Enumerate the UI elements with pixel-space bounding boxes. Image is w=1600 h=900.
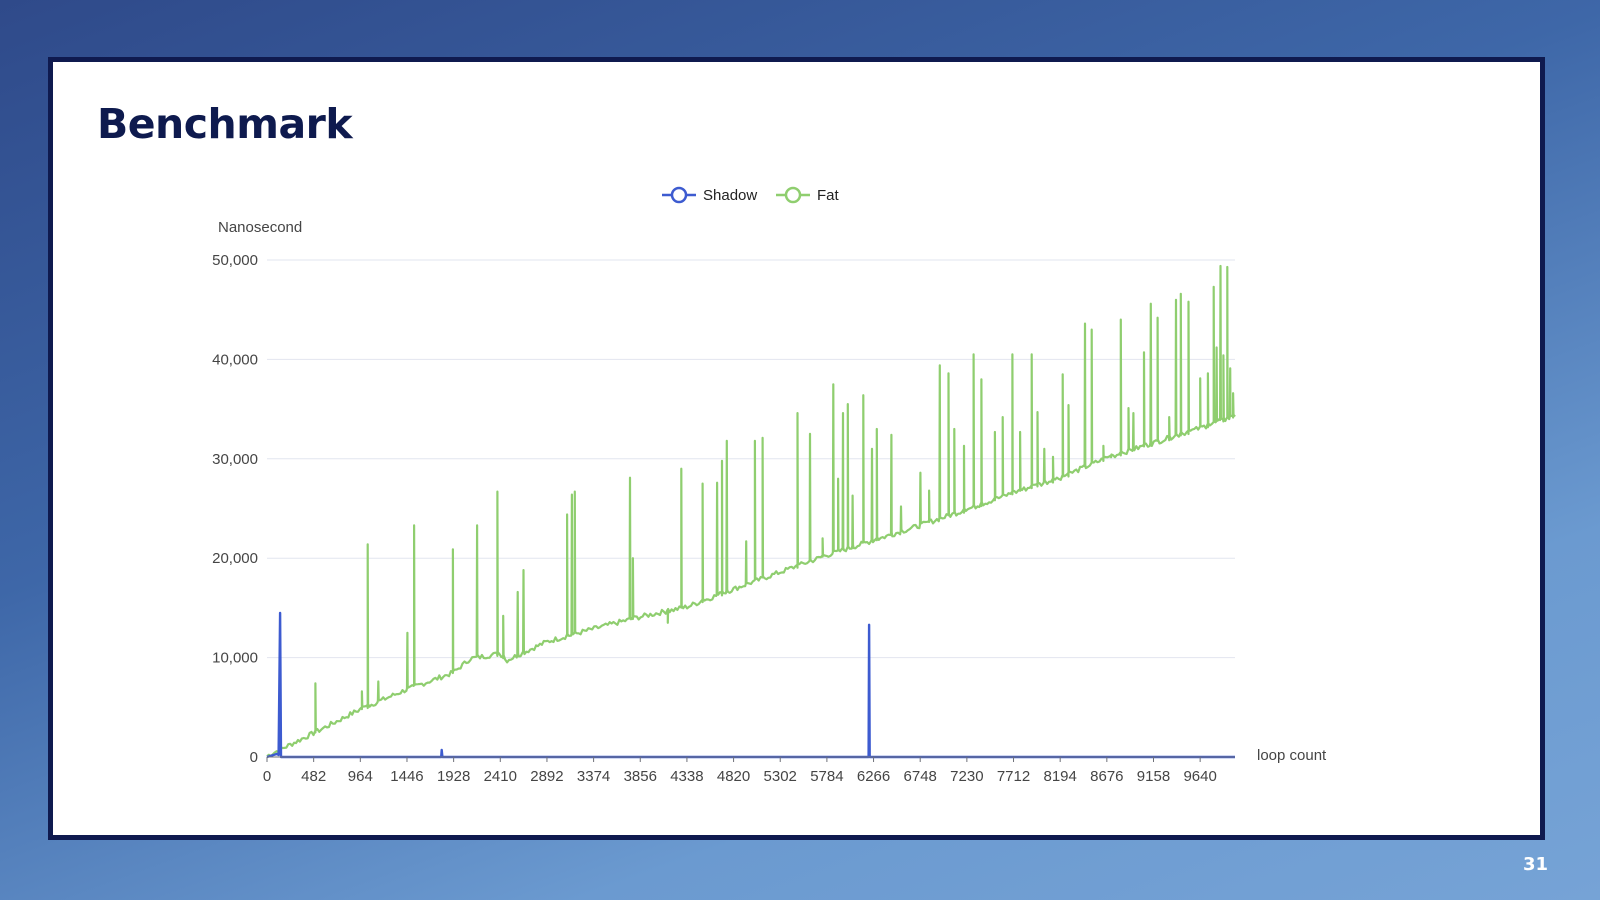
benchmark-chart: 0 10,000 20,000 30,000 40,000 50,000 0 482 964 14… xyxy=(212,186,1327,785)
legend-item-shadow[interactable]: Shadow xyxy=(662,186,757,204)
x-tick-label: 8194 xyxy=(1043,768,1076,785)
series-lines xyxy=(266,264,1236,759)
x-tick-label: 3374 xyxy=(577,768,610,785)
x-tick-label: 8676 xyxy=(1090,768,1123,785)
y-axis-title: Nanosecond xyxy=(218,219,302,236)
x-tick-label: 7230 xyxy=(950,768,983,785)
x-tick-label: 9158 xyxy=(1137,768,1170,785)
y-tick-label: 0 xyxy=(250,749,258,766)
x-tick-label: 5784 xyxy=(810,768,843,785)
x-tick-label: 482 xyxy=(301,768,326,785)
x-tick-label: 964 xyxy=(348,768,373,785)
x-tick-label: 1928 xyxy=(437,768,470,785)
legend-fat-marker xyxy=(784,186,802,204)
axis-labels: Nanosecond loop count xyxy=(218,219,1327,764)
x-tick-label: 6748 xyxy=(904,768,937,785)
y-tick-label: 30,000 xyxy=(212,451,258,468)
fat-series-line xyxy=(266,264,1236,758)
x-axis-title: loop count xyxy=(1257,747,1327,764)
x-tick-label: 2410 xyxy=(484,768,517,785)
y-tick-label: 50,000 xyxy=(212,252,258,269)
x-tick-label: 2892 xyxy=(530,768,563,785)
y-tick-label: 40,000 xyxy=(212,351,258,368)
legend-shadow-label: Shadow xyxy=(703,187,757,204)
y-tick-label: 20,000 xyxy=(212,550,258,567)
x-tick-label: 5302 xyxy=(764,768,797,785)
legend[interactable]: Shadow Fat xyxy=(662,186,840,204)
legend-item-fat[interactable]: Fat xyxy=(776,186,840,204)
x-tick-label: 3856 xyxy=(624,768,657,785)
x-tick-label: 4820 xyxy=(717,768,750,785)
x-tick-label: 0 xyxy=(263,768,271,785)
x-tick-label: 6266 xyxy=(857,768,890,785)
page-number: 31 xyxy=(1522,854,1548,875)
x-tick-label: 9640 xyxy=(1183,768,1216,785)
x-tick-label: 1446 xyxy=(390,768,423,785)
y-tick-label: 10,000 xyxy=(212,650,258,667)
x-tick-label: 4338 xyxy=(670,768,703,785)
slide: Benchmark 0 10,000 20,000 30,000 40,000 50,00… xyxy=(48,57,1548,875)
legend-shadow-marker xyxy=(670,186,688,204)
legend-fat-label: Fat xyxy=(817,187,840,204)
x-tick-label: 7712 xyxy=(997,768,1030,785)
grid-lines xyxy=(267,259,1235,659)
